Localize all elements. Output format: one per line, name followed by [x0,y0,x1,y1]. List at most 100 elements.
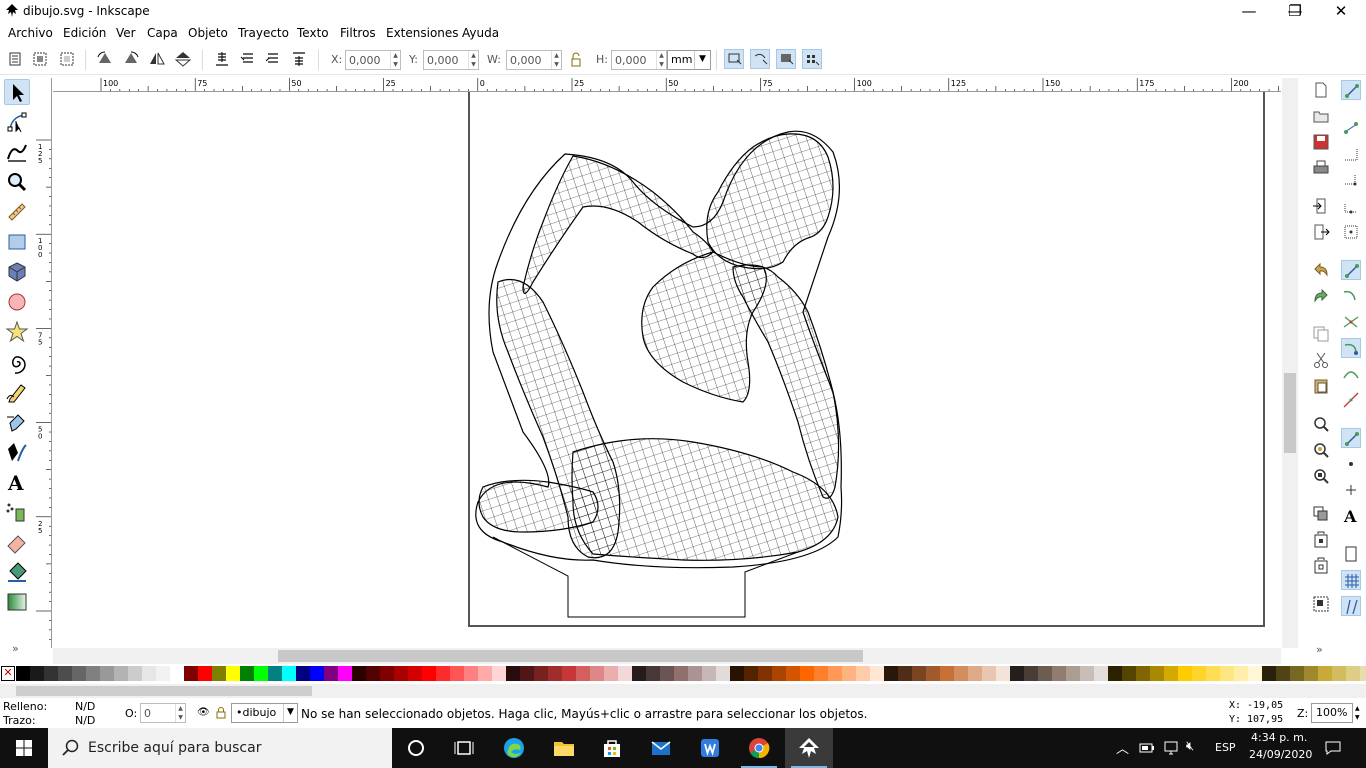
save-icon[interactable] [1311,132,1331,152]
menu-filtros[interactable]: Filtros [340,26,376,40]
palette-swatch[interactable] [814,666,828,681]
unlink-clone-icon[interactable] [1311,556,1331,576]
select-all-layers-icon[interactable] [30,49,50,69]
palette-swatch[interactable] [786,666,800,681]
snap-text-baseline-icon[interactable]: A [1341,506,1361,526]
palette-scroll-thumb[interactable] [16,686,312,696]
zoom-page-icon[interactable] [1311,466,1331,486]
palette-swatch[interactable] [940,666,954,681]
palette-swatch[interactable] [898,666,912,681]
snap-enable-icon[interactable] [1341,80,1361,100]
snap-bbox-midpoint-icon[interactable] [1341,196,1361,216]
palette-swatch[interactable] [730,666,744,681]
palette-swatch[interactable] [758,666,772,681]
copy-icon[interactable] [1311,324,1331,344]
group-icon[interactable] [1311,594,1331,614]
palette-swatch[interactable] [1346,666,1360,681]
writer-app-icon[interactable] [686,728,734,768]
palette-swatch[interactable] [268,666,282,681]
palette-swatch[interactable] [1108,666,1122,681]
palette-swatch[interactable] [800,666,814,681]
palette-swatch[interactable] [1192,666,1206,681]
palette-swatch[interactable] [366,666,380,681]
palette-swatch[interactable] [310,666,324,681]
file-explorer-icon[interactable] [540,728,588,768]
menu-ver[interactable]: Ver [116,26,136,40]
h-field[interactable]: 0,000 ▲ ▼ [611,50,667,70]
palette-swatch[interactable] [1150,666,1164,681]
tray-chevron-up-icon[interactable]: ︿ [1116,738,1129,757]
palette-swatch[interactable] [674,666,688,681]
close-button[interactable]: ✕ [1318,0,1364,23]
layer-select[interactable]: •dibujo ▼ [231,703,298,723]
inkscape-taskbar-icon[interactable] [785,728,833,768]
commands-overflow-icon[interactable]: » [1316,643,1323,656]
palette-swatch[interactable] [1360,666,1366,681]
paste-icon[interactable] [1311,376,1331,396]
palette-swatch[interactable] [646,666,660,681]
palette-swatch[interactable] [240,666,254,681]
transform-patterns-icon[interactable] [802,49,822,69]
fill-value[interactable]: N/D [75,700,95,713]
palette-swatch[interactable] [212,666,226,681]
palette-swatch[interactable] [338,666,352,681]
vertical-scrollbar[interactable] [1282,78,1298,648]
flip-vertical-icon[interactable] [173,49,193,69]
opacity-stepper-icon[interactable]: ▲ ▼ [175,704,185,722]
lock-icon[interactable] [566,50,586,70]
snap-bbox-icon[interactable] [1341,118,1361,138]
palette-swatch[interactable] [436,666,450,681]
palette-swatch[interactable] [478,666,492,681]
notifications-icon[interactable] [1325,740,1341,756]
gradient-tool-icon[interactable] [4,589,30,615]
print-icon[interactable] [1311,158,1331,178]
palette-swatch[interactable] [114,666,128,681]
snap-page-border-icon[interactable] [1341,544,1361,564]
language-indicator[interactable]: ESP [1215,741,1236,754]
horizontal-scroll-thumb[interactable] [278,650,863,662]
snap-object-centers-icon[interactable] [1341,454,1361,474]
clone-icon[interactable] [1311,530,1331,550]
measure-tool-icon[interactable] [4,199,30,225]
palette-swatch[interactable] [982,666,996,681]
palette-swatch[interactable] [72,666,86,681]
snap-paths-icon[interactable] [1341,286,1361,306]
menu-extensiones[interactable]: Extensiones [386,26,459,40]
palette-swatch[interactable] [100,666,114,681]
palette-swatch[interactable] [548,666,562,681]
network-icon[interactable] [1163,740,1179,756]
taskbar-search[interactable]: Escribe aquí para buscar [48,728,392,768]
palette-swatch[interactable] [1178,666,1192,681]
paint-bucket-tool-icon[interactable] [4,559,30,585]
snap-intersections-icon[interactable] [1341,312,1361,332]
palette-swatch[interactable] [324,666,338,681]
3d-box-tool-icon[interactable] [4,259,30,285]
volume-muted-icon[interactable]: 🔇︎ [1186,739,1194,754]
palette-swatch[interactable] [632,666,646,681]
clock-time[interactable]: 4:34 p. m. [1251,731,1307,744]
palette-swatch[interactable] [996,666,1010,681]
palette-swatch[interactable] [954,666,968,681]
y-stepper-icon[interactable]: ▲ ▼ [468,51,478,69]
palette-swatch[interactable] [198,666,212,681]
palette-swatch[interactable] [86,666,100,681]
palette-swatch[interactable] [450,666,464,681]
palette-swatch[interactable] [30,666,44,681]
palette-swatch[interactable] [1066,666,1080,681]
maximize-button[interactable]: ❐ [1272,0,1318,23]
undo-icon[interactable] [1311,260,1331,280]
palette-swatch[interactable] [716,666,730,681]
w-field[interactable]: 0,000 ▲ ▼ [506,50,562,70]
mail-icon[interactable] [637,728,685,768]
menu-objeto[interactable]: Objeto [188,26,228,40]
palette-swatch[interactable] [226,666,240,681]
zoom-drawing-icon[interactable] [1311,440,1331,460]
pencil-tool-icon[interactable] [4,379,30,405]
cut-icon[interactable] [1311,350,1331,370]
palette-swatch[interactable] [1290,666,1304,681]
snap-line-midpoints-icon[interactable] [1341,390,1361,410]
scale-stroke-icon[interactable] [724,49,744,69]
raise-to-top-icon[interactable] [289,49,309,69]
menu-capa[interactable]: Capa [147,26,178,40]
ellipse-tool-icon[interactable] [4,289,30,315]
